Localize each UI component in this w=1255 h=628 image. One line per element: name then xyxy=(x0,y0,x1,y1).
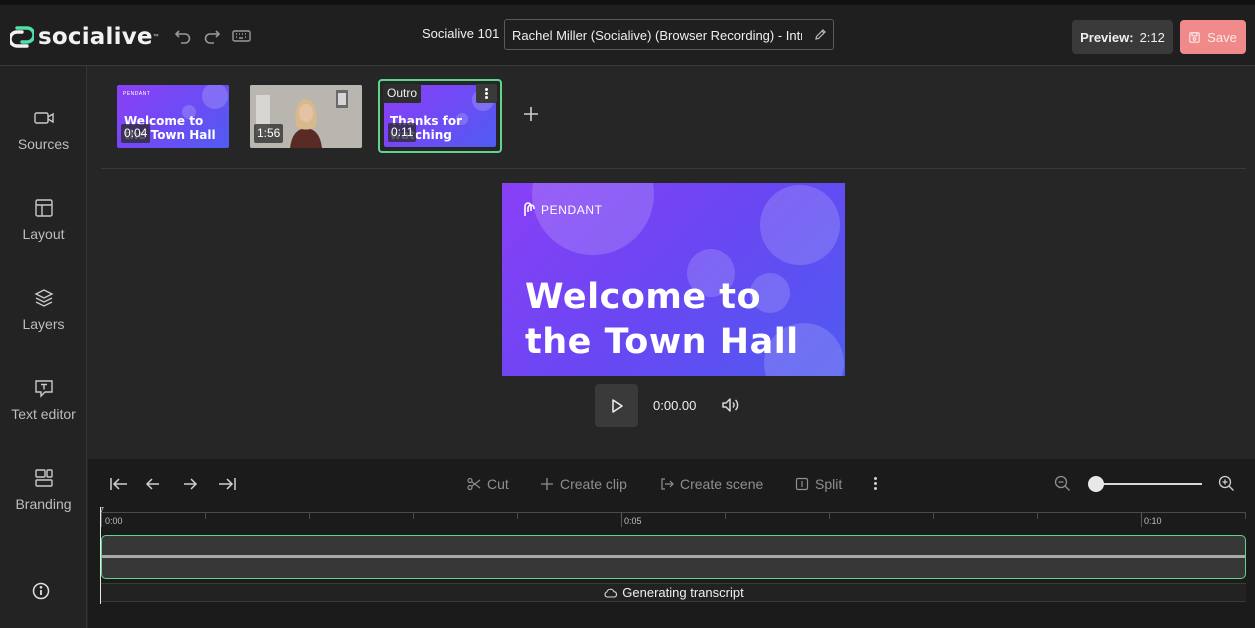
add-scene-plus-icon[interactable] xyxy=(523,106,539,122)
undo-icon[interactable] xyxy=(174,27,192,45)
recording-title-input[interactable] xyxy=(512,26,802,44)
zoom-slider-track[interactable] xyxy=(1096,483,1202,485)
preview-label: Preview: xyxy=(1080,29,1134,45)
sidebar-item-label: Layout xyxy=(22,226,65,242)
timeline-panel: Cut Create clip Create scene Split 0:00 … xyxy=(88,459,1255,628)
scene-thumbnail-intro[interactable]: PENDANT Welcome to the Town Hall 0:04 xyxy=(117,85,229,148)
zoom-out-icon[interactable] xyxy=(1054,475,1071,492)
sidebar-item-layers[interactable]: Layers xyxy=(0,287,87,347)
scene-duration: 0:04 xyxy=(121,124,151,143)
scene-thumbnail-video[interactable]: 1:56 xyxy=(250,85,362,148)
video-preview[interactable]: PENDANT Welcome to the Town Hall xyxy=(502,183,845,376)
split-label: Split xyxy=(815,476,843,492)
sidebar-item-layout[interactable]: Layout xyxy=(0,197,87,257)
preview-headline: Welcome to the Town Hall xyxy=(525,275,799,365)
recording-title-field[interactable] xyxy=(504,19,834,50)
preview-duration: 2:12 xyxy=(1139,29,1165,45)
redo-icon[interactable] xyxy=(203,27,221,45)
transcript-status: Generating transcript xyxy=(101,583,1246,602)
jump-to-start-icon[interactable] xyxy=(109,476,129,492)
playback-timecode: 0:00.00 xyxy=(653,398,697,413)
create-clip-button[interactable]: Create clip xyxy=(540,476,627,492)
preview-headline-line1: Welcome to xyxy=(525,277,762,317)
sidebar-item-sources[interactable]: Sources xyxy=(0,107,87,167)
pencil-edit-icon[interactable] xyxy=(814,28,827,41)
scene-more-options-icon[interactable] xyxy=(476,84,497,103)
save-button[interactable]: Save xyxy=(1180,20,1246,54)
preview-logo-text: PENDANT xyxy=(541,202,603,217)
split-button[interactable]: Split xyxy=(795,476,842,492)
audio-waveform xyxy=(102,555,1245,558)
create-scene-button[interactable]: Create scene xyxy=(660,476,763,492)
brand-logo[interactable]: socialive ™ xyxy=(10,24,159,50)
transcript-status-text: Generating transcript xyxy=(622,585,744,600)
timeline-track-clip[interactable] xyxy=(101,535,1246,579)
ruler-label: 0:00 xyxy=(105,516,123,526)
jump-to-end-icon[interactable] xyxy=(217,476,237,492)
volume-icon[interactable] xyxy=(721,396,740,414)
scene-thumbnail-outro-selected[interactable]: Thanks for watching 0:11 Outro xyxy=(378,79,502,153)
scene-strip: PENDANT Welcome to the Town Hall 0:04 1:… xyxy=(101,66,1246,169)
play-button[interactable] xyxy=(595,384,638,427)
keyboard-shortcuts-icon[interactable] xyxy=(232,27,251,45)
sidebar-item-label: Branding xyxy=(15,496,72,512)
info-icon[interactable] xyxy=(32,582,50,600)
create-scene-label: Create scene xyxy=(680,476,764,492)
preview-brand-logo: PENDANT xyxy=(522,202,603,217)
socialive-logo-icon xyxy=(10,26,34,48)
sidebar-item-label: Layers xyxy=(22,316,65,332)
more-options-icon[interactable] xyxy=(874,477,878,491)
editor-app: socialive™ Socialive 101 Preview: 2:12 xyxy=(0,0,1255,628)
step-forward-icon[interactable] xyxy=(182,476,198,492)
project-name: Socialive 101 xyxy=(422,26,500,41)
layers-icon xyxy=(33,289,54,307)
playhead-line[interactable] xyxy=(100,507,101,604)
create-clip-label: Create clip xyxy=(560,476,627,492)
left-sidebar: Sources Layout Layers Text editor Brandi… xyxy=(0,66,87,628)
cloud-icon xyxy=(604,588,618,598)
branding-icon xyxy=(34,469,53,487)
play-icon xyxy=(611,398,623,413)
pendant-logo-icon xyxy=(524,202,535,216)
preview-headline-line2: the Town Hall xyxy=(525,322,799,362)
ruler-label: 0:05 xyxy=(624,516,642,526)
cut-button[interactable]: Cut xyxy=(467,476,509,492)
scene-logo-text: PENDANT xyxy=(123,91,151,97)
text-editor-icon xyxy=(34,380,53,398)
zoom-in-icon[interactable] xyxy=(1218,475,1235,492)
scene-duration: 1:56 xyxy=(254,124,284,143)
sidebar-item-text-editor[interactable]: Text editor xyxy=(0,377,87,437)
scissors-icon xyxy=(467,477,481,491)
timeline-ruler[interactable]: 0:00 0:05 0:10 xyxy=(101,512,1246,532)
sidebar-item-label: Text editor xyxy=(11,406,76,422)
save-label: Save xyxy=(1207,29,1237,45)
brand-name: socialive xyxy=(38,24,153,50)
cut-label: Cut xyxy=(487,476,509,492)
top-bar: socialive™ Socialive 101 Preview: 2:12 xyxy=(0,0,1255,66)
sidebar-item-label: Sources xyxy=(17,136,70,152)
scene-duration: 0:11 xyxy=(388,123,417,142)
ruler-label: 0:10 xyxy=(1144,516,1162,526)
split-icon xyxy=(795,477,809,491)
scene-tag: Outro xyxy=(383,84,422,103)
video-camera-icon xyxy=(33,112,54,124)
zoom-slider-handle[interactable] xyxy=(1088,476,1104,492)
step-back-icon[interactable] xyxy=(145,476,161,492)
sidebar-item-branding[interactable]: Branding xyxy=(0,467,87,527)
save-disk-icon xyxy=(1189,31,1200,43)
plus-icon xyxy=(541,478,553,490)
preview-button[interactable]: Preview: 2:12 xyxy=(1072,20,1173,54)
layout-icon xyxy=(34,199,53,217)
create-scene-icon xyxy=(661,478,674,490)
